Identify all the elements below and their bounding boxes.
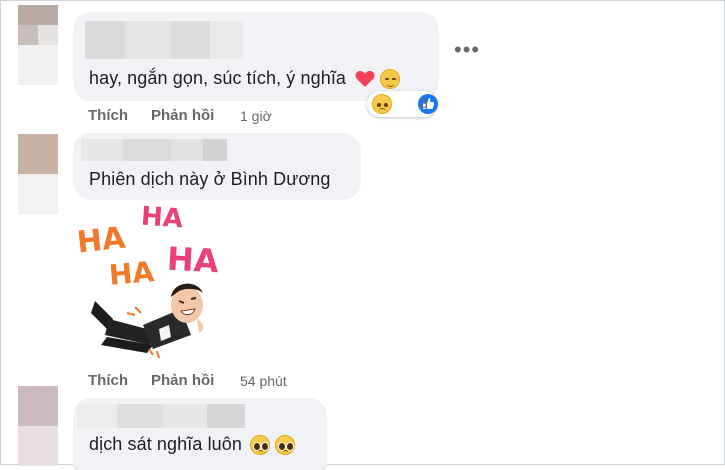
comment-text: hay, ngắn gọn, súc tích, ý nghĩa [89, 68, 401, 90]
commenter-name-redacted[interactable] [81, 139, 227, 161]
avatar[interactable] [18, 5, 58, 85]
reaction-count: 3 [420, 95, 428, 111]
reply-link[interactable]: Phản hồi [151, 107, 214, 124]
comment-bubble: dịch sát nghĩa luôn [73, 398, 327, 470]
comment-timestamp[interactable]: 54 phút [240, 373, 287, 389]
haha-sticker[interactable]: HA HA HA HA [73, 201, 223, 366]
sticker-text-ha: HA [166, 239, 220, 281]
commenter-name-redacted[interactable] [77, 404, 245, 428]
reaction-summary[interactable]: 3 [367, 91, 439, 117]
comment-text: dịch sát nghĩa luôn [89, 434, 296, 456]
like-link[interactable]: Thích [88, 372, 128, 389]
commenter-name-redacted[interactable] [85, 21, 243, 59]
relieved-emoji [380, 69, 401, 90]
comment-body: dịch sát nghĩa luôn [89, 434, 243, 454]
comment-bubble: Phiên dịch này ở Bình Dương [73, 133, 361, 200]
avatar[interactable] [18, 134, 58, 214]
reply-link[interactable]: Phản hồi [151, 372, 214, 389]
sad-emoji [372, 94, 392, 114]
like-link[interactable]: Thích [88, 107, 128, 124]
comment-bubble: hay, ngắn gọn, súc tích, ý nghĩa [73, 12, 439, 101]
more-options-icon[interactable]: ••• [454, 39, 480, 61]
pleading-face-emoji [275, 435, 296, 456]
avatar[interactable] [18, 386, 58, 466]
heart-emoji [355, 70, 375, 88]
comment-body: hay, ngắn gọn, súc tích, ý nghĩa [89, 68, 347, 88]
pleading-face-emoji [250, 435, 271, 456]
sticker-text-ha: HA [75, 220, 128, 261]
comment-body: Phiên dịch này ở Bình Dương [89, 169, 331, 189]
laughing-man-illustration [91, 283, 204, 359]
sticker-text-ha: HA [140, 201, 184, 235]
comment-timestamp[interactable]: 1 giờ [240, 108, 272, 124]
